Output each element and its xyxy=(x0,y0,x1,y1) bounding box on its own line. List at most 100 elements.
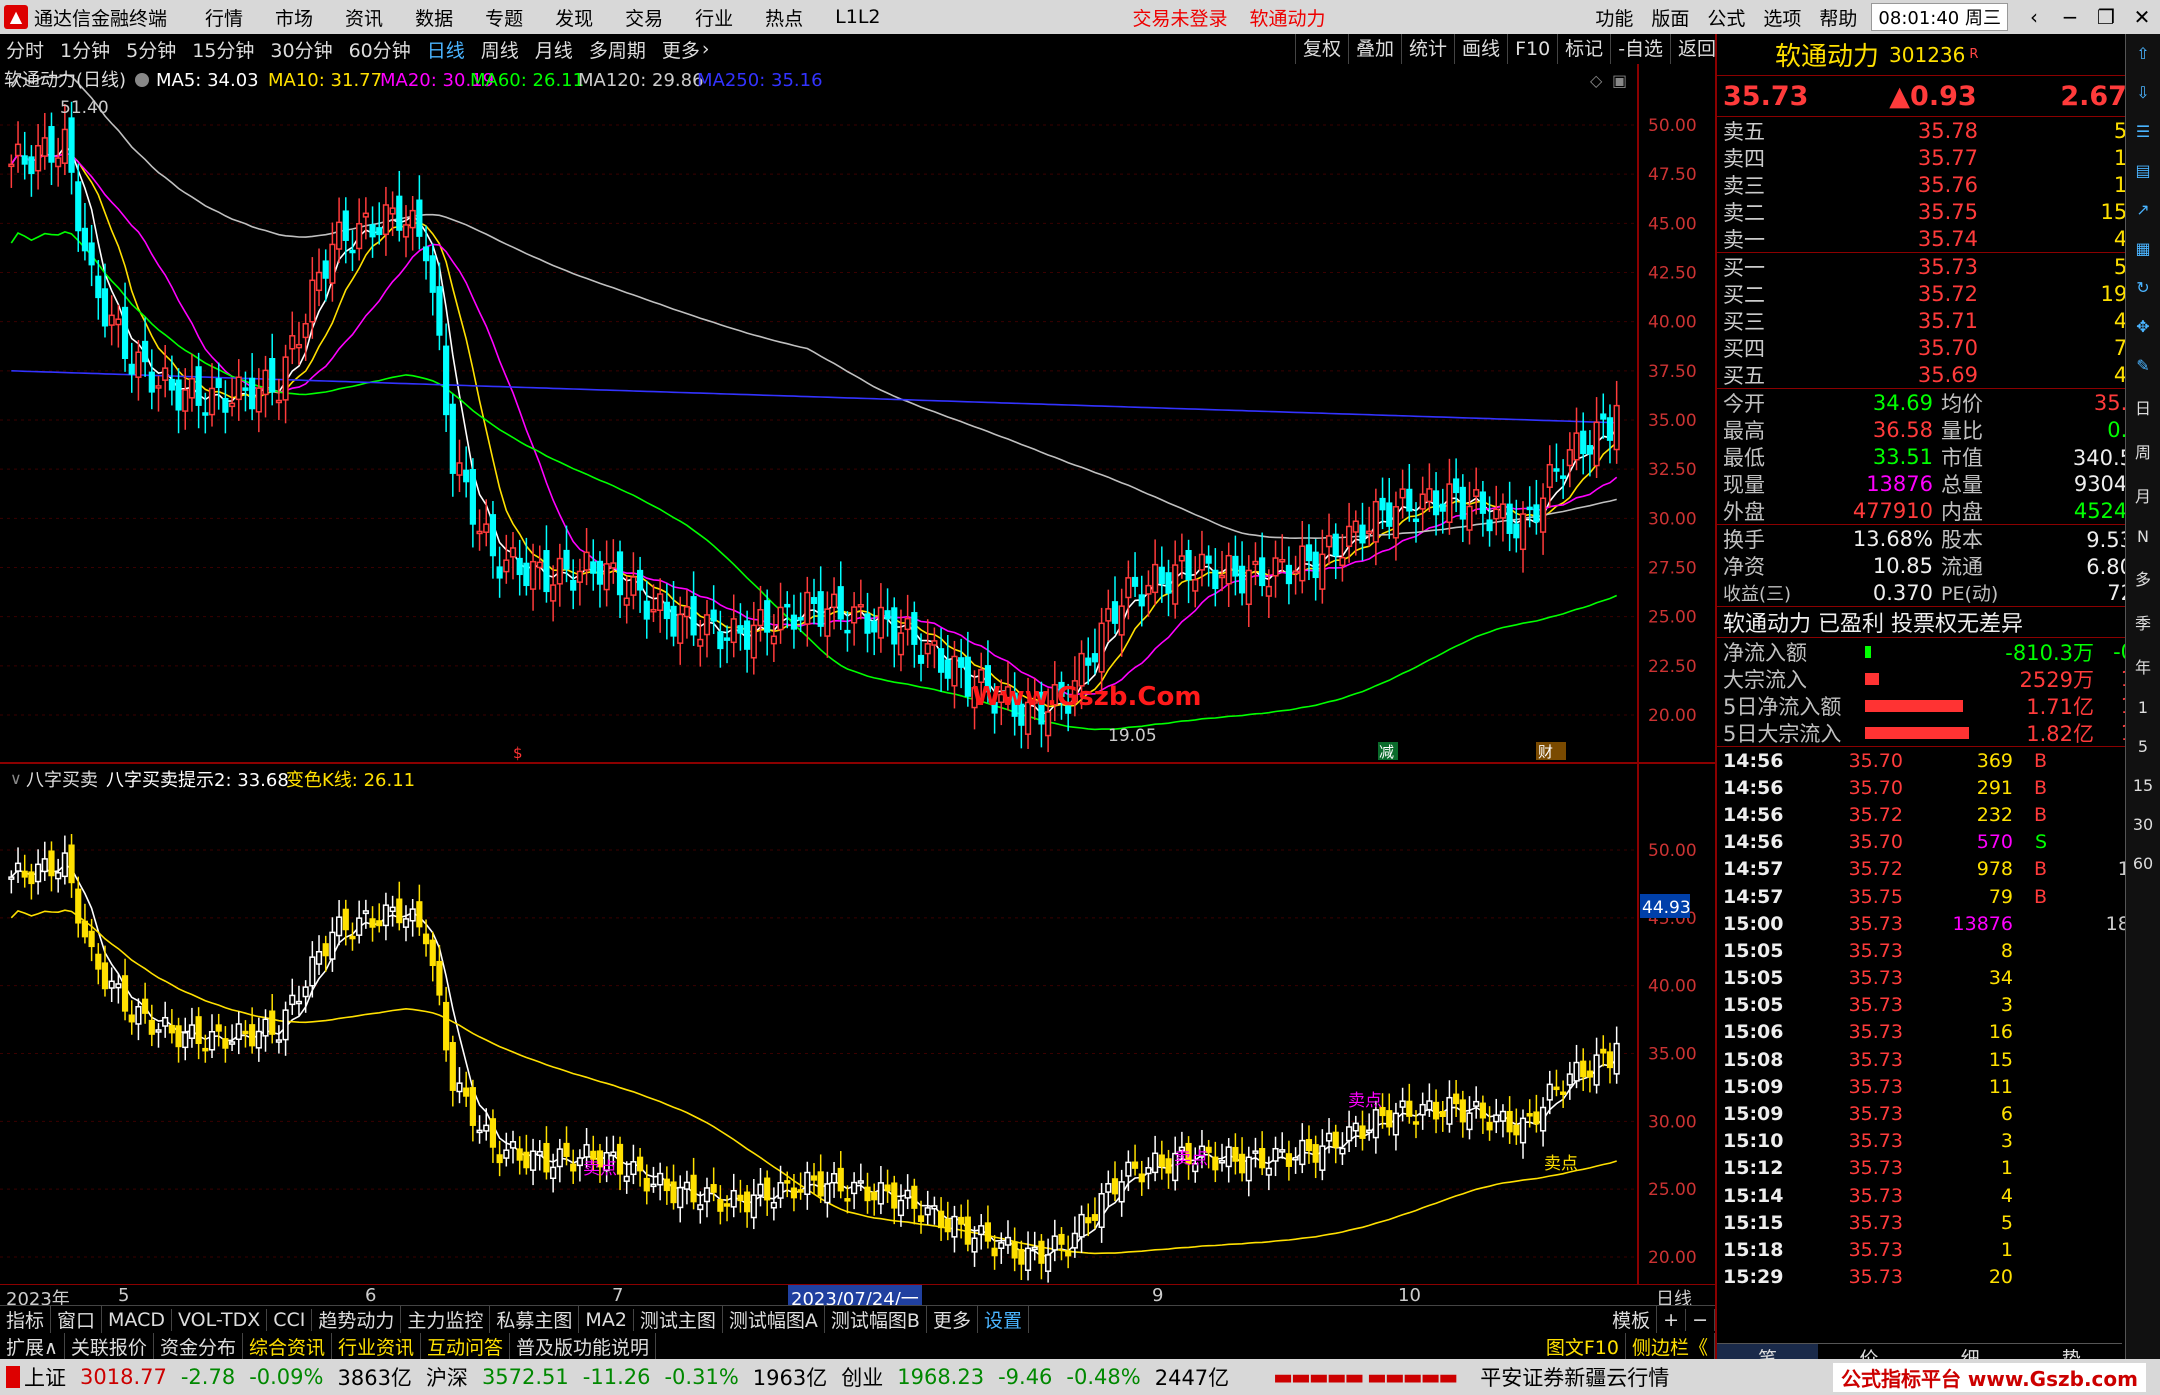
candle-body[interactable] xyxy=(1131,576,1139,587)
ask-row[interactable]: 卖一35.74453 xyxy=(1717,225,2160,252)
sub-candle-body[interactable] xyxy=(1045,1254,1052,1272)
sub-candle-body[interactable] xyxy=(1553,1086,1560,1091)
candle-body[interactable] xyxy=(1305,544,1313,562)
sub-candle-body[interactable] xyxy=(1125,1161,1132,1177)
tool-stats[interactable]: 统计 xyxy=(1401,34,1454,64)
sub-candle-body[interactable] xyxy=(677,1186,684,1209)
indicator-svg[interactable]: 50.0045.0040.0035.0030.0025.0020.00 ∨ 八字… xyxy=(0,764,1715,1285)
candle-body[interactable] xyxy=(1138,594,1145,607)
sub-candle-body[interactable] xyxy=(95,953,102,970)
tab-help[interactable]: 普及版功能说明 xyxy=(510,1332,657,1360)
menu-data[interactable]: 数据 xyxy=(415,4,453,31)
tab-ma2[interactable]: MA2 xyxy=(579,1308,634,1331)
sub-candle-body[interactable] xyxy=(1245,1156,1252,1182)
sidebar-list-icon[interactable]: ☰ xyxy=(2136,122,2150,141)
sub-candle-body[interactable] xyxy=(984,1222,991,1242)
candle-body[interactable] xyxy=(1459,486,1466,520)
candle-body[interactable] xyxy=(295,343,303,349)
candle-body[interactable] xyxy=(215,378,222,389)
candle-body[interactable] xyxy=(556,557,563,585)
candle-body[interactable] xyxy=(603,563,610,591)
sub-candle-body[interactable] xyxy=(1339,1147,1346,1155)
candle-body[interactable] xyxy=(891,607,898,645)
candle-body[interactable] xyxy=(1372,500,1379,543)
period-tab[interactable]: 多周期 xyxy=(589,36,646,63)
sub-candle-body[interactable] xyxy=(1439,1110,1446,1118)
sub-candle-body[interactable] xyxy=(1071,1232,1078,1249)
candle-body[interactable] xyxy=(1499,503,1507,519)
tool-mark[interactable]: 标记 xyxy=(1557,34,1610,64)
sub-candle-body[interactable] xyxy=(436,960,443,996)
candle-body[interactable] xyxy=(657,593,664,612)
sub-candle-body[interactable] xyxy=(456,1082,463,1093)
candle-body[interactable] xyxy=(95,275,102,299)
tick-row[interactable]: 15:0835.73151 xyxy=(1717,1046,2160,1073)
sub-candle-body[interactable] xyxy=(730,1189,737,1208)
sidebar-period-week[interactable]: 周 xyxy=(2135,439,2151,463)
candle-body[interactable] xyxy=(623,597,630,606)
menu-formula[interactable]: 公式 xyxy=(1707,4,1745,31)
sub-candle-body[interactable] xyxy=(255,1030,262,1049)
sub-candle-body[interactable] xyxy=(1372,1109,1379,1139)
menu-quotes[interactable]: 行情 xyxy=(205,4,243,31)
candle-body[interactable] xyxy=(757,609,764,627)
sub-candle-body[interactable] xyxy=(857,1180,864,1184)
sub-candle-body[interactable] xyxy=(429,939,436,967)
candle-body[interactable] xyxy=(1045,711,1052,737)
sub-candle-body[interactable] xyxy=(1212,1156,1219,1171)
sub-candle-body[interactable] xyxy=(295,1000,303,1005)
sub-candle-body[interactable] xyxy=(637,1156,644,1172)
sub-candle-body[interactable] xyxy=(1586,1070,1593,1078)
sub-candle-body[interactable] xyxy=(1566,1073,1573,1086)
tool-f10[interactable]: F10 xyxy=(1507,34,1557,64)
candle-body[interactable] xyxy=(422,246,430,262)
candle-body[interactable] xyxy=(637,569,644,591)
candle-body[interactable] xyxy=(121,306,129,360)
candle-body[interactable] xyxy=(817,591,824,627)
sub-candle-body[interactable] xyxy=(1065,1250,1072,1257)
sidebar-period-n[interactable]: N xyxy=(2137,527,2149,546)
sidebar-arrow-down-icon[interactable]: ⇩ xyxy=(2136,83,2149,102)
sub-candle-body[interactable] xyxy=(1145,1167,1152,1175)
candle-body[interactable] xyxy=(155,385,162,389)
candle-body[interactable] xyxy=(663,601,670,620)
sh-index-name[interactable]: 上证 xyxy=(24,1362,66,1392)
sub-candle-body[interactable] xyxy=(710,1184,717,1193)
candle-body[interactable] xyxy=(469,469,476,525)
sub-candle-body[interactable] xyxy=(917,1215,925,1222)
sub-candle-body[interactable] xyxy=(463,1087,470,1097)
period-tab[interactable]: 月线 xyxy=(535,36,573,63)
candle-body[interactable] xyxy=(188,378,196,399)
candle-body[interactable] xyxy=(14,143,22,157)
sub-candle-body[interactable] xyxy=(810,1175,818,1181)
candle-body[interactable] xyxy=(1292,570,1299,574)
sub-candle-body[interactable] xyxy=(21,870,28,878)
sub-candle-body[interactable] xyxy=(663,1178,670,1192)
sub-candle-body[interactable] xyxy=(376,920,383,927)
remove-button[interactable]: − xyxy=(1686,1308,1715,1331)
candle-body[interactable] xyxy=(249,377,256,410)
sub-candle-body[interactable] xyxy=(302,986,309,998)
candle-body[interactable] xyxy=(744,620,751,650)
candle-body[interactable] xyxy=(1325,535,1333,548)
sidebar-period-30[interactable]: 30 xyxy=(2133,815,2153,834)
sub-candle-body[interactable] xyxy=(222,1038,229,1049)
sub-candle-body[interactable] xyxy=(830,1173,838,1184)
sub-candle-body[interactable] xyxy=(1399,1100,1406,1108)
sub-candle-body[interactable] xyxy=(717,1199,724,1212)
sub-candle-body[interactable] xyxy=(1593,1054,1600,1086)
sub-candle-body[interactable] xyxy=(1004,1236,1012,1246)
candle-body[interactable] xyxy=(851,606,858,624)
period-tab[interactable]: 分时 xyxy=(6,36,44,63)
candle-body[interactable] xyxy=(730,618,737,644)
tab-f10[interactable]: 图文F10 xyxy=(1540,1332,1626,1360)
sub-candle-body[interactable] xyxy=(1479,1102,1486,1119)
sub-candle-body[interactable] xyxy=(1118,1181,1125,1203)
sub-candle-body[interactable] xyxy=(958,1216,965,1225)
sub-candle-body[interactable] xyxy=(1573,1061,1580,1082)
sub-candle-body[interactable] xyxy=(824,1183,831,1204)
candle-body[interactable] xyxy=(456,462,463,476)
tick-row[interactable]: 15:2935.73205 xyxy=(1717,1264,2160,1291)
candle-body[interactable] xyxy=(650,608,657,613)
tick-row[interactable]: 14:5635.70570S55 xyxy=(1717,829,2160,856)
